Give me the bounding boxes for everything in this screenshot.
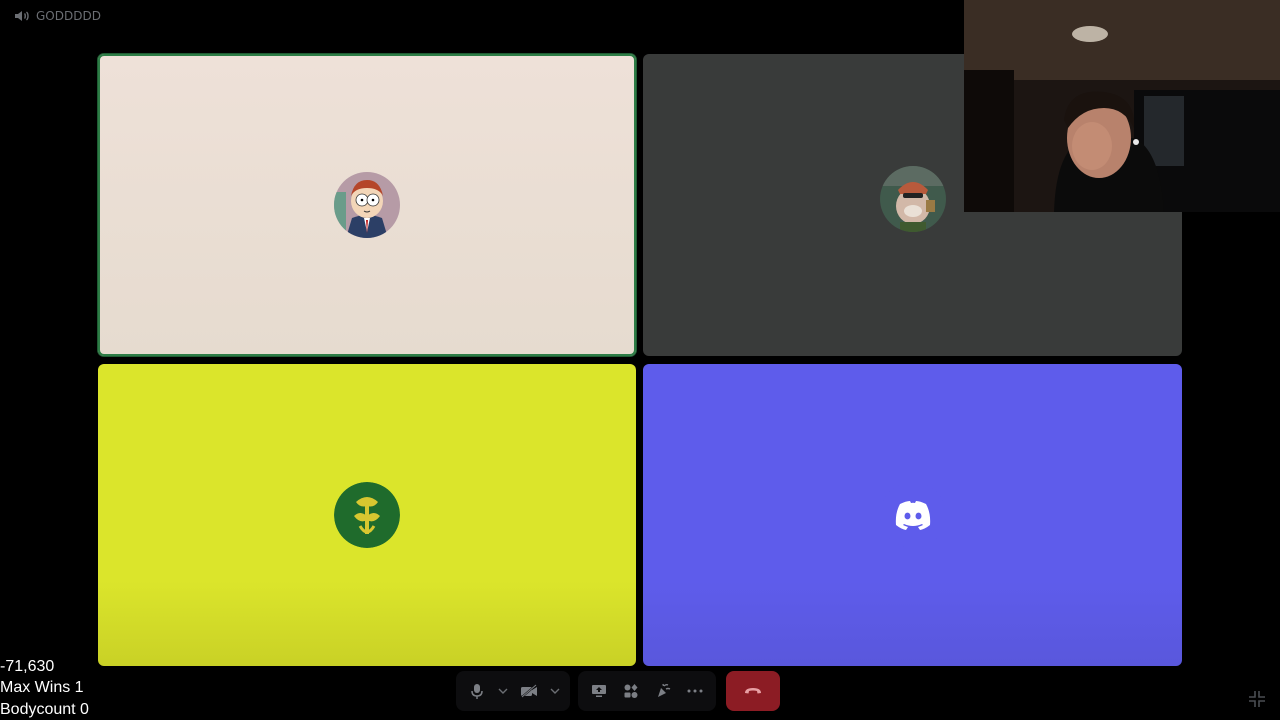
camera-button[interactable] (514, 676, 544, 706)
camera-options-button[interactable] (546, 676, 564, 706)
cartoon-character-avatar (879, 165, 946, 232)
discord-logo-avatar (879, 482, 946, 548)
call-controls (456, 670, 780, 712)
max-wins-text: Max Wins 1 (0, 679, 84, 696)
chevron-down-icon (550, 688, 560, 694)
stats-overlay: -71,630 Max Wins 1 Bodycount 0 (0, 656, 89, 720)
activities-icon (624, 684, 638, 698)
disconnect-button[interactable] (726, 671, 780, 711)
more-button[interactable] (680, 676, 710, 706)
activities-group (578, 671, 716, 711)
chevron-down-icon (498, 688, 508, 694)
green-emblem-avatar (334, 482, 400, 548)
screen-share-icon (592, 685, 606, 697)
channel-header: GODDDDD (14, 8, 101, 24)
soundboard-icon (658, 683, 671, 697)
activities-button[interactable] (616, 676, 646, 706)
soundboard-button[interactable] (648, 676, 678, 706)
participant-tile-3[interactable] (98, 364, 636, 666)
exit-fullscreen-button[interactable] (1248, 690, 1266, 708)
camera-off-icon (521, 684, 537, 698)
morty-avatar (334, 172, 400, 238)
participant-tile-1[interactable] (98, 54, 636, 356)
participant-tile-4[interactable] (643, 364, 1182, 666)
bodycount-text: Bodycount 0 (0, 700, 89, 718)
microphone-icon (471, 684, 483, 699)
channel-name: GODDDDD (36, 9, 101, 23)
speaker-icon (15, 11, 29, 21)
self-camera-preview[interactable] (964, 0, 1280, 212)
microphone-button[interactable] (462, 676, 492, 706)
score-text: -71,630 (0, 657, 55, 675)
minimize-icon (1249, 691, 1265, 707)
hang-up-icon (745, 688, 761, 694)
audio-video-group (456, 671, 570, 711)
more-icon (687, 689, 703, 693)
screen-share-button[interactable] (584, 676, 614, 706)
microphone-options-button[interactable] (494, 676, 512, 706)
